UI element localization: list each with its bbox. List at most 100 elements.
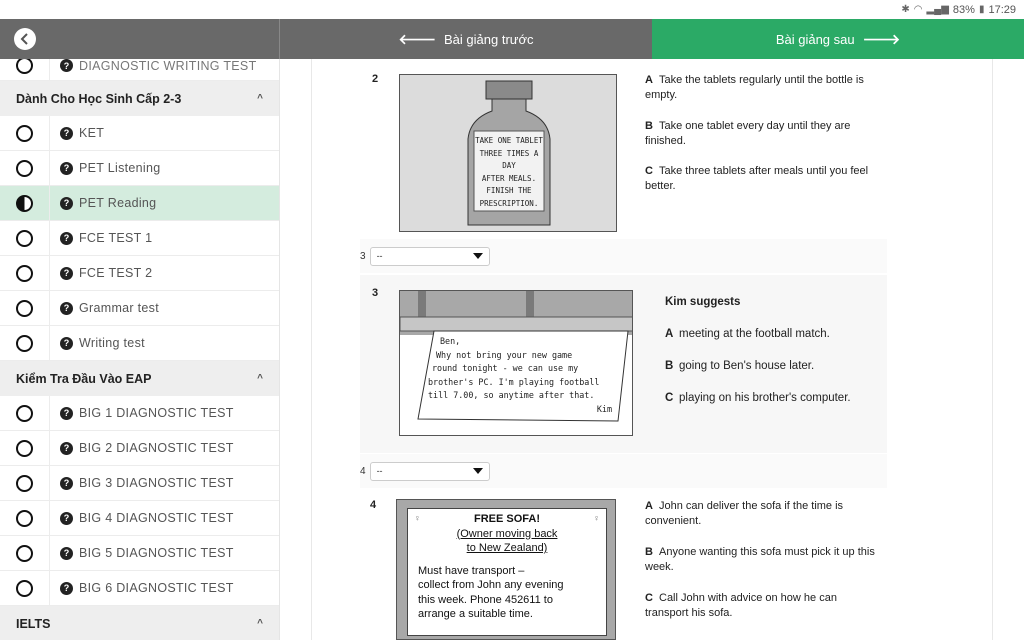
status-col xyxy=(0,291,50,325)
status-radio xyxy=(16,439,33,457)
advert-line: collect from John any evening xyxy=(418,579,564,591)
question-block-3: 3 Ben, Why not bring your new game round… xyxy=(360,275,887,453)
status-radio xyxy=(16,299,33,317)
section-header-ielts[interactable]: IELTS ^ xyxy=(0,606,279,640)
sidebar-header xyxy=(0,19,280,59)
sidebar-item-ket[interactable]: ? KET xyxy=(0,116,279,151)
sidebar-item-big3[interactable]: ? BIG 3 DIAGNOSTIC TEST xyxy=(0,466,279,501)
question-block-2: 2 TAKE ONE TABLET THREE TIMES A DAY AFTE… xyxy=(360,59,887,237)
sidebar-item-big2[interactable]: ? BIG 2 DIAGNOSTIC TEST xyxy=(0,431,279,466)
option-letter: C xyxy=(645,592,653,604)
option-b: Bgoing to Ben's house later. xyxy=(665,359,880,374)
sidebar-item-grammar-test[interactable]: ? Grammar test xyxy=(0,291,279,326)
status-radio xyxy=(16,404,33,422)
sidebar-item-fce-test-2[interactable]: ? FCE TEST 2 xyxy=(0,256,279,291)
pin-icon: ♀ xyxy=(414,513,421,523)
option-b: B Take one tablet every day until they ar… xyxy=(645,119,880,148)
bluetooth-icon: ✱ xyxy=(901,4,910,15)
section-header-eap[interactable]: Kiểm Tra Đầu Vào EAP ^ xyxy=(0,361,279,396)
status-radio xyxy=(16,59,33,74)
lesson-content: 2 TAKE ONE TABLET THREE TIMES A DAY AFTE… xyxy=(281,59,1024,640)
advert-line: this week. Phone 452611 to xyxy=(418,593,553,606)
sidebar-item-label: BIG 1 DIAGNOSTIC TEST xyxy=(79,406,234,420)
answer-row-4: 4 -- xyxy=(360,454,887,488)
option-c: C Call John with advice on how he can tra… xyxy=(645,591,880,620)
sidebar-item-label: BIG 4 DIAGNOSTIC TEST xyxy=(79,511,234,525)
option-a: A John can deliver the sofa if the time i… xyxy=(645,499,880,528)
sidebar-item-label: PET Listening xyxy=(79,161,161,175)
half-progress-icon xyxy=(16,194,33,212)
option-text: playing on his brother's computer. xyxy=(679,392,851,404)
sidebar-item-label: KET xyxy=(79,126,105,140)
status-col xyxy=(0,431,50,465)
previous-lesson-button[interactable]: 🡐 Bài giảng trước xyxy=(280,19,652,59)
question-icon: ? xyxy=(60,196,73,210)
caret-down-icon xyxy=(472,253,483,259)
answer-number: 4 xyxy=(360,465,366,477)
sidebar-item-big4[interactable]: ? BIG 4 DIAGNOSTIC TEST xyxy=(0,501,279,536)
status-col xyxy=(0,186,50,220)
status-col xyxy=(0,256,50,290)
sidebar-item-big1[interactable]: ? BIG 1 DIAGNOSTIC TEST xyxy=(0,396,279,431)
signal-icon: ▂▄▆ xyxy=(926,4,949,15)
status-col xyxy=(0,59,50,80)
chevron-up-icon: ^ xyxy=(257,93,263,104)
lesson-nav: 🡐 Bài giảng trước Bài giảng sau 🡒 xyxy=(0,19,1024,59)
back-button[interactable] xyxy=(14,28,36,50)
status-radio xyxy=(16,579,33,597)
status-radio xyxy=(16,159,33,177)
sidebar-item-fce-test-1[interactable]: ? FCE TEST 1 xyxy=(0,221,279,256)
question-icon: ? xyxy=(60,581,73,595)
sidebar-item-label: Grammar test xyxy=(79,301,159,315)
sidebar-item-diagnostic-writing[interactable]: ? DIAGNOSTIC WRITING TEST xyxy=(0,59,279,81)
option-letter: C xyxy=(645,165,653,177)
sidebar-item-writing-test[interactable]: ? Writing test xyxy=(0,326,279,361)
section-header-cap23[interactable]: Dành Cho Học Sinh Cấp 2-3 ^ xyxy=(0,81,279,116)
arrow-left-icon: 🡐 xyxy=(398,30,437,47)
sidebar-item-pet-listening[interactable]: ? PET Listening xyxy=(0,151,279,186)
status-radio xyxy=(16,474,33,492)
status-col xyxy=(0,221,50,255)
note-line: Ben, xyxy=(440,336,461,346)
answer-select-4[interactable]: -- xyxy=(369,461,490,481)
option-text: Call John with advice on how he can tran… xyxy=(645,592,837,619)
sidebar-item-big5[interactable]: ? BIG 5 DIAGNOSTIC TEST xyxy=(0,536,279,571)
option-letter: B xyxy=(645,546,653,558)
question-block-4: 4 ♀ ♀ FREE SOFA! (Owner moving back to N… xyxy=(360,489,887,640)
advert-line: arrange a suitable time. xyxy=(418,608,533,620)
status-col xyxy=(0,151,50,185)
note-text: Ben, Why not bring your new game round t… xyxy=(428,335,618,416)
note-line: brother's PC. I'm playing football xyxy=(428,376,600,387)
clock: 17:29 xyxy=(988,3,1016,16)
status-col xyxy=(0,571,50,605)
answer-row-3: 3 -- xyxy=(360,239,887,273)
option-letter: A xyxy=(645,74,653,86)
status-col xyxy=(0,396,50,430)
select-value: -- xyxy=(376,466,383,476)
question-icon: ? xyxy=(60,301,73,315)
caret-down-icon xyxy=(472,468,483,474)
next-lesson-button[interactable]: Bài giảng sau 🡒 xyxy=(652,19,1024,59)
next-lesson-label: Bài giảng sau xyxy=(775,31,855,47)
battery-level: 83% xyxy=(952,3,975,16)
question-icon: ? xyxy=(60,126,73,140)
status-col xyxy=(0,536,50,570)
sidebar-item-big6[interactable]: ? BIG 6 DIAGNOSTIC TEST xyxy=(0,571,279,606)
option-letter: B xyxy=(665,360,674,372)
option-text: going to Ben's house later. xyxy=(679,360,815,372)
question-icon: ? xyxy=(60,476,73,490)
sidebar-item-label: Writing test xyxy=(79,336,145,350)
section-title: Dành Cho Học Sinh Cấp 2-3 xyxy=(16,91,182,106)
sidebar-item-label: BIG 2 DIAGNOSTIC TEST xyxy=(79,441,234,455)
advert-image: ♀ ♀ FREE SOFA! (Owner moving back to New… xyxy=(396,499,616,640)
option-text: meeting at the football match. xyxy=(679,328,830,340)
option-c: Cplaying on his brother's computer. xyxy=(665,391,880,406)
reading-page: 2 TAKE ONE TABLET THREE TIMES A DAY AFTE… xyxy=(311,59,993,640)
label-line: PRESCRIPTION. xyxy=(479,198,539,208)
note-line: round tonight - we can use my xyxy=(432,363,579,373)
status-bar: ✱ ◠ ▂▄▆ 83% ▮ 17:29 xyxy=(0,0,1024,19)
sidebar-item-label: FCE TEST 2 xyxy=(79,266,153,280)
note-line: till 7.00, so anytime after that. xyxy=(428,390,595,400)
sidebar-item-pet-reading[interactable]: ? PET Reading xyxy=(0,186,279,221)
answer-select-3[interactable]: -- xyxy=(369,246,490,266)
